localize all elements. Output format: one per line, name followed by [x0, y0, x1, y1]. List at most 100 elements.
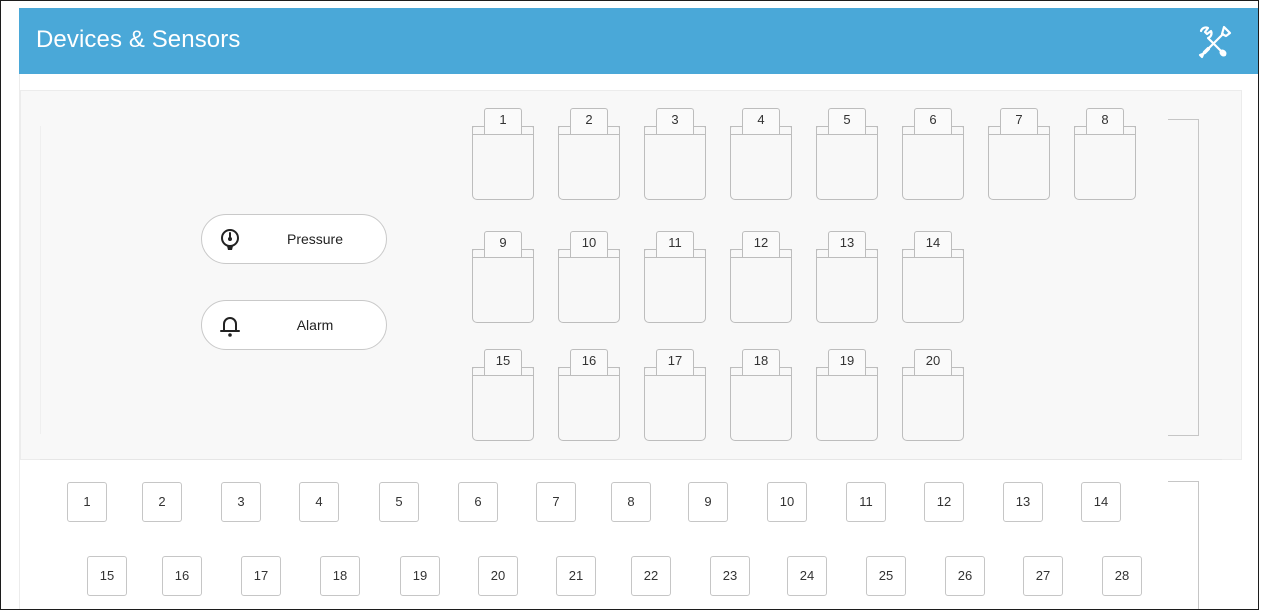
device-body	[816, 126, 878, 200]
port-button[interactable]: 8	[611, 482, 651, 522]
port-button[interactable]: 21	[556, 556, 596, 596]
port-button[interactable]: 7	[536, 482, 576, 522]
port-button[interactable]: 11	[846, 482, 886, 522]
device-tab-join	[657, 366, 693, 369]
port-button[interactable]: 24	[787, 556, 827, 596]
device-tile[interactable]: 18	[730, 349, 792, 441]
alarm-button[interactable]: Alarm	[201, 300, 387, 350]
device-tab-join	[915, 125, 951, 128]
port-button[interactable]: 17	[241, 556, 281, 596]
app-window: Devices & Sensors Pressure Alarm 1 2 3 4…	[0, 0, 1259, 610]
device-tab: 7	[1000, 108, 1038, 134]
device-tile[interactable]: 17	[644, 349, 706, 441]
device-tab-join	[743, 125, 779, 128]
device-body	[902, 126, 964, 200]
device-tab: 5	[828, 108, 866, 134]
port-button[interactable]: 6	[458, 482, 498, 522]
device-tile[interactable]: 10	[558, 231, 620, 323]
port-button[interactable]: 27	[1023, 556, 1063, 596]
device-body	[644, 249, 706, 323]
device-tab: 15	[484, 349, 522, 375]
device-tab: 11	[656, 231, 694, 257]
tools-icon[interactable]	[1195, 22, 1235, 62]
pressure-button[interactable]: Pressure	[201, 214, 387, 264]
device-tile[interactable]: 8	[1074, 108, 1136, 200]
device-tab: 13	[828, 231, 866, 257]
device-tile[interactable]: 6	[902, 108, 964, 200]
divider	[40, 126, 41, 434]
device-tab-join	[743, 366, 779, 369]
device-body	[988, 126, 1050, 200]
device-tile[interactable]: 4	[730, 108, 792, 200]
divider	[40, 459, 1222, 460]
pressure-gauge-icon	[221, 229, 239, 250]
port-button[interactable]: 22	[631, 556, 671, 596]
port-button[interactable]: 13	[1003, 482, 1043, 522]
device-tab: 6	[914, 108, 952, 134]
device-body	[730, 126, 792, 200]
port-button[interactable]: 5	[379, 482, 419, 522]
device-tab: 1	[484, 108, 522, 134]
device-tile[interactable]: 9	[472, 231, 534, 323]
port-button[interactable]: 15	[87, 556, 127, 596]
device-tile[interactable]: 19	[816, 349, 878, 441]
alarm-label: Alarm	[296, 317, 334, 333]
port-button[interactable]: 1	[67, 482, 107, 522]
device-tab-join	[915, 366, 951, 369]
device-tab: 17	[656, 349, 694, 375]
device-tile[interactable]: 2	[558, 108, 620, 200]
port-button[interactable]: 4	[299, 482, 339, 522]
device-tile[interactable]: 16	[558, 349, 620, 441]
device-tile[interactable]: 7	[988, 108, 1050, 200]
device-tab-join	[485, 248, 521, 251]
device-tab: 20	[914, 349, 952, 375]
device-body	[644, 367, 706, 441]
port-button[interactable]: 3	[221, 482, 261, 522]
device-tile[interactable]: 15	[472, 349, 534, 441]
device-tile[interactable]: 12	[730, 231, 792, 323]
devices-panel	[20, 90, 1242, 460]
port-button[interactable]: 20	[478, 556, 518, 596]
device-tab-join	[485, 366, 521, 369]
device-tab-join	[829, 366, 865, 369]
device-tile[interactable]: 3	[644, 108, 706, 200]
device-tab-join	[743, 248, 779, 251]
bell-icon	[220, 317, 240, 337]
device-body	[558, 126, 620, 200]
device-body	[558, 367, 620, 441]
port-button[interactable]: 9	[688, 482, 728, 522]
device-tab: 8	[1086, 108, 1124, 134]
main-content: Pressure Alarm 1 2 3 4 5 6 7 8 9 10 11 12 13 14 15 16 17…	[19, 74, 1258, 609]
device-tile[interactable]: 20	[902, 349, 964, 441]
device-body	[816, 367, 878, 441]
port-button[interactable]: 14	[1081, 482, 1121, 522]
device-tab: 9	[484, 231, 522, 257]
pressure-label: Pressure	[286, 231, 344, 247]
port-button[interactable]: 2	[142, 482, 182, 522]
device-tab-join	[571, 125, 607, 128]
device-tile[interactable]: 1	[472, 108, 534, 200]
device-body	[1074, 126, 1136, 200]
device-tab: 3	[656, 108, 694, 134]
device-tab: 2	[570, 108, 608, 134]
port-button[interactable]: 18	[320, 556, 360, 596]
device-tile[interactable]: 14	[902, 231, 964, 323]
device-tile[interactable]: 11	[644, 231, 706, 323]
device-tab-join	[485, 125, 521, 128]
port-button[interactable]: 26	[945, 556, 985, 596]
port-button[interactable]: 28	[1102, 556, 1142, 596]
port-button[interactable]: 10	[767, 482, 807, 522]
port-button[interactable]: 16	[162, 556, 202, 596]
device-tab-join	[657, 125, 693, 128]
device-tab: 4	[742, 108, 780, 134]
device-body	[472, 367, 534, 441]
port-button[interactable]: 12	[924, 482, 964, 522]
device-tile[interactable]: 5	[816, 108, 878, 200]
device-tile[interactable]: 13	[816, 231, 878, 323]
port-button[interactable]: 19	[400, 556, 440, 596]
device-body	[902, 367, 964, 441]
header-bar: Devices & Sensors	[19, 8, 1258, 74]
port-button[interactable]: 23	[710, 556, 750, 596]
device-body	[558, 249, 620, 323]
port-button[interactable]: 25	[866, 556, 906, 596]
